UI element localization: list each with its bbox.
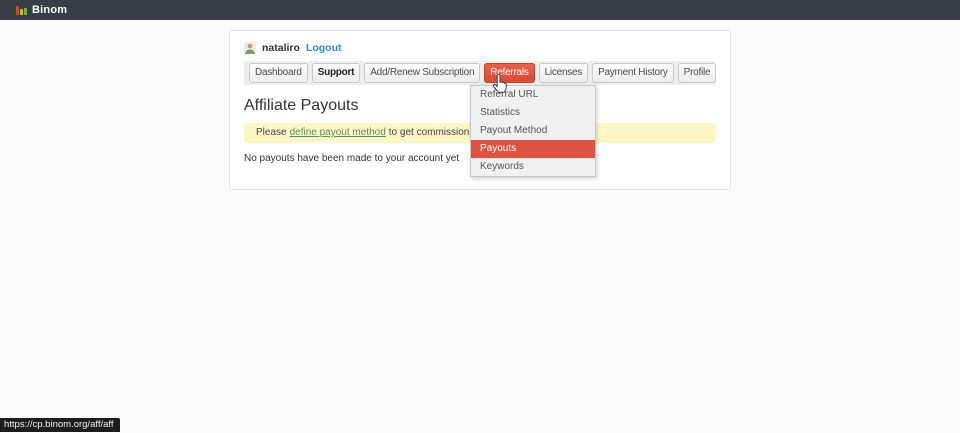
- menu-item-statistics[interactable]: Statistics: [471, 104, 595, 122]
- brand[interactable]: Binom: [16, 4, 67, 16]
- user-row: nataliro Logout: [230, 31, 730, 61]
- referrals-dropdown-menu: Referral URL Statistics Payout Method Pa…: [470, 85, 596, 177]
- link-preview-statusbar: https://cp.binom.org/aff/aff: [0, 418, 120, 432]
- brand-name: Binom: [32, 4, 67, 16]
- page: { "topbar": { "brand": "Binom" }, "user"…: [0, 0, 960, 433]
- tab-support[interactable]: Support: [312, 63, 361, 83]
- avatar-icon: [244, 42, 256, 54]
- tab-payment-history[interactable]: Payment History: [592, 63, 674, 83]
- define-payout-method-link[interactable]: define payout method: [290, 127, 386, 138]
- menu-item-payouts[interactable]: Payouts: [471, 140, 595, 158]
- username: nataliro: [262, 42, 300, 54]
- tab-add-renew-subscription[interactable]: Add/Renew Subscription: [364, 63, 480, 83]
- alert-text-pre: Please: [256, 127, 287, 138]
- topbar: Binom: [0, 0, 960, 20]
- binom-logo-icon: [16, 5, 27, 15]
- tab-profile[interactable]: Profile: [678, 63, 717, 83]
- tab-licenses[interactable]: Licenses: [539, 63, 588, 83]
- menu-item-keywords[interactable]: Keywords: [471, 158, 595, 176]
- logout-link[interactable]: Logout: [306, 42, 342, 54]
- tab-referrals[interactable]: Referrals: [484, 63, 534, 83]
- menu-item-payout-method[interactable]: Payout Method: [471, 122, 595, 140]
- main-panel: nataliro Logout Dashboard Support Add/Re…: [229, 30, 731, 190]
- tab-bar: Dashboard Support Add/Renew Subscription…: [244, 61, 716, 85]
- menu-item-referral-url[interactable]: Referral URL: [471, 86, 595, 104]
- tab-dashboard[interactable]: Dashboard: [249, 63, 308, 83]
